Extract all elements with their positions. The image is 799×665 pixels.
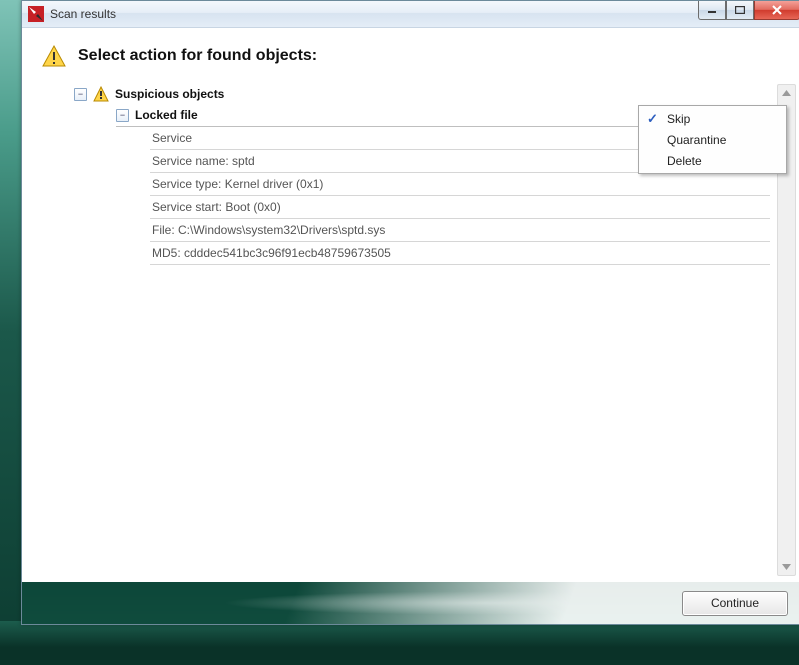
app-icon bbox=[28, 6, 44, 22]
dropdown-item-label: Skip bbox=[667, 112, 690, 126]
warning-icon bbox=[93, 86, 109, 102]
continue-label: Continue bbox=[711, 596, 759, 610]
dropdown-item-quarantine[interactable]: Quarantine bbox=[641, 129, 784, 150]
collapse-icon[interactable]: − bbox=[116, 109, 129, 122]
minimize-button[interactable] bbox=[698, 1, 726, 20]
scroll-down-icon[interactable] bbox=[778, 559, 795, 575]
window-title: Scan results bbox=[50, 7, 116, 21]
detail-row: Service start: Boot (0x0) bbox=[150, 196, 770, 219]
detail-row: MD5: cdddec541bc3c96f91ecb48759673505 bbox=[150, 242, 770, 265]
warning-icon bbox=[42, 44, 66, 68]
scroll-up-icon[interactable] bbox=[778, 85, 795, 101]
maximize-button[interactable] bbox=[726, 1, 754, 20]
detail-row: File: C:\Windows\system32\Drivers\sptd.s… bbox=[150, 219, 770, 242]
dropdown-item-label: Delete bbox=[667, 154, 702, 168]
dropdown-item-label: Quarantine bbox=[667, 133, 726, 147]
action-dropdown-menu: ✓ Skip Quarantine Delete bbox=[638, 105, 787, 174]
close-button[interactable] bbox=[754, 1, 799, 20]
dropdown-item-skip[interactable]: ✓ Skip bbox=[641, 108, 784, 129]
scan-results-window: Scan results bbox=[21, 0, 799, 625]
continue-button[interactable]: Continue bbox=[682, 591, 788, 616]
collapse-icon[interactable]: − bbox=[74, 88, 87, 101]
detail-row: Service type: Kernel driver (0x1) bbox=[150, 173, 770, 196]
header-row: Select action for found objects: bbox=[22, 28, 799, 78]
check-icon: ✓ bbox=[647, 111, 658, 127]
titlebar[interactable]: Scan results bbox=[22, 1, 799, 28]
footer-bar: Continue bbox=[22, 582, 799, 624]
item-label: Locked file bbox=[135, 108, 198, 122]
group-label: Suspicious objects bbox=[115, 87, 224, 101]
dropdown-item-delete[interactable]: Delete bbox=[641, 150, 784, 171]
page-title: Select action for found objects: bbox=[78, 47, 317, 65]
